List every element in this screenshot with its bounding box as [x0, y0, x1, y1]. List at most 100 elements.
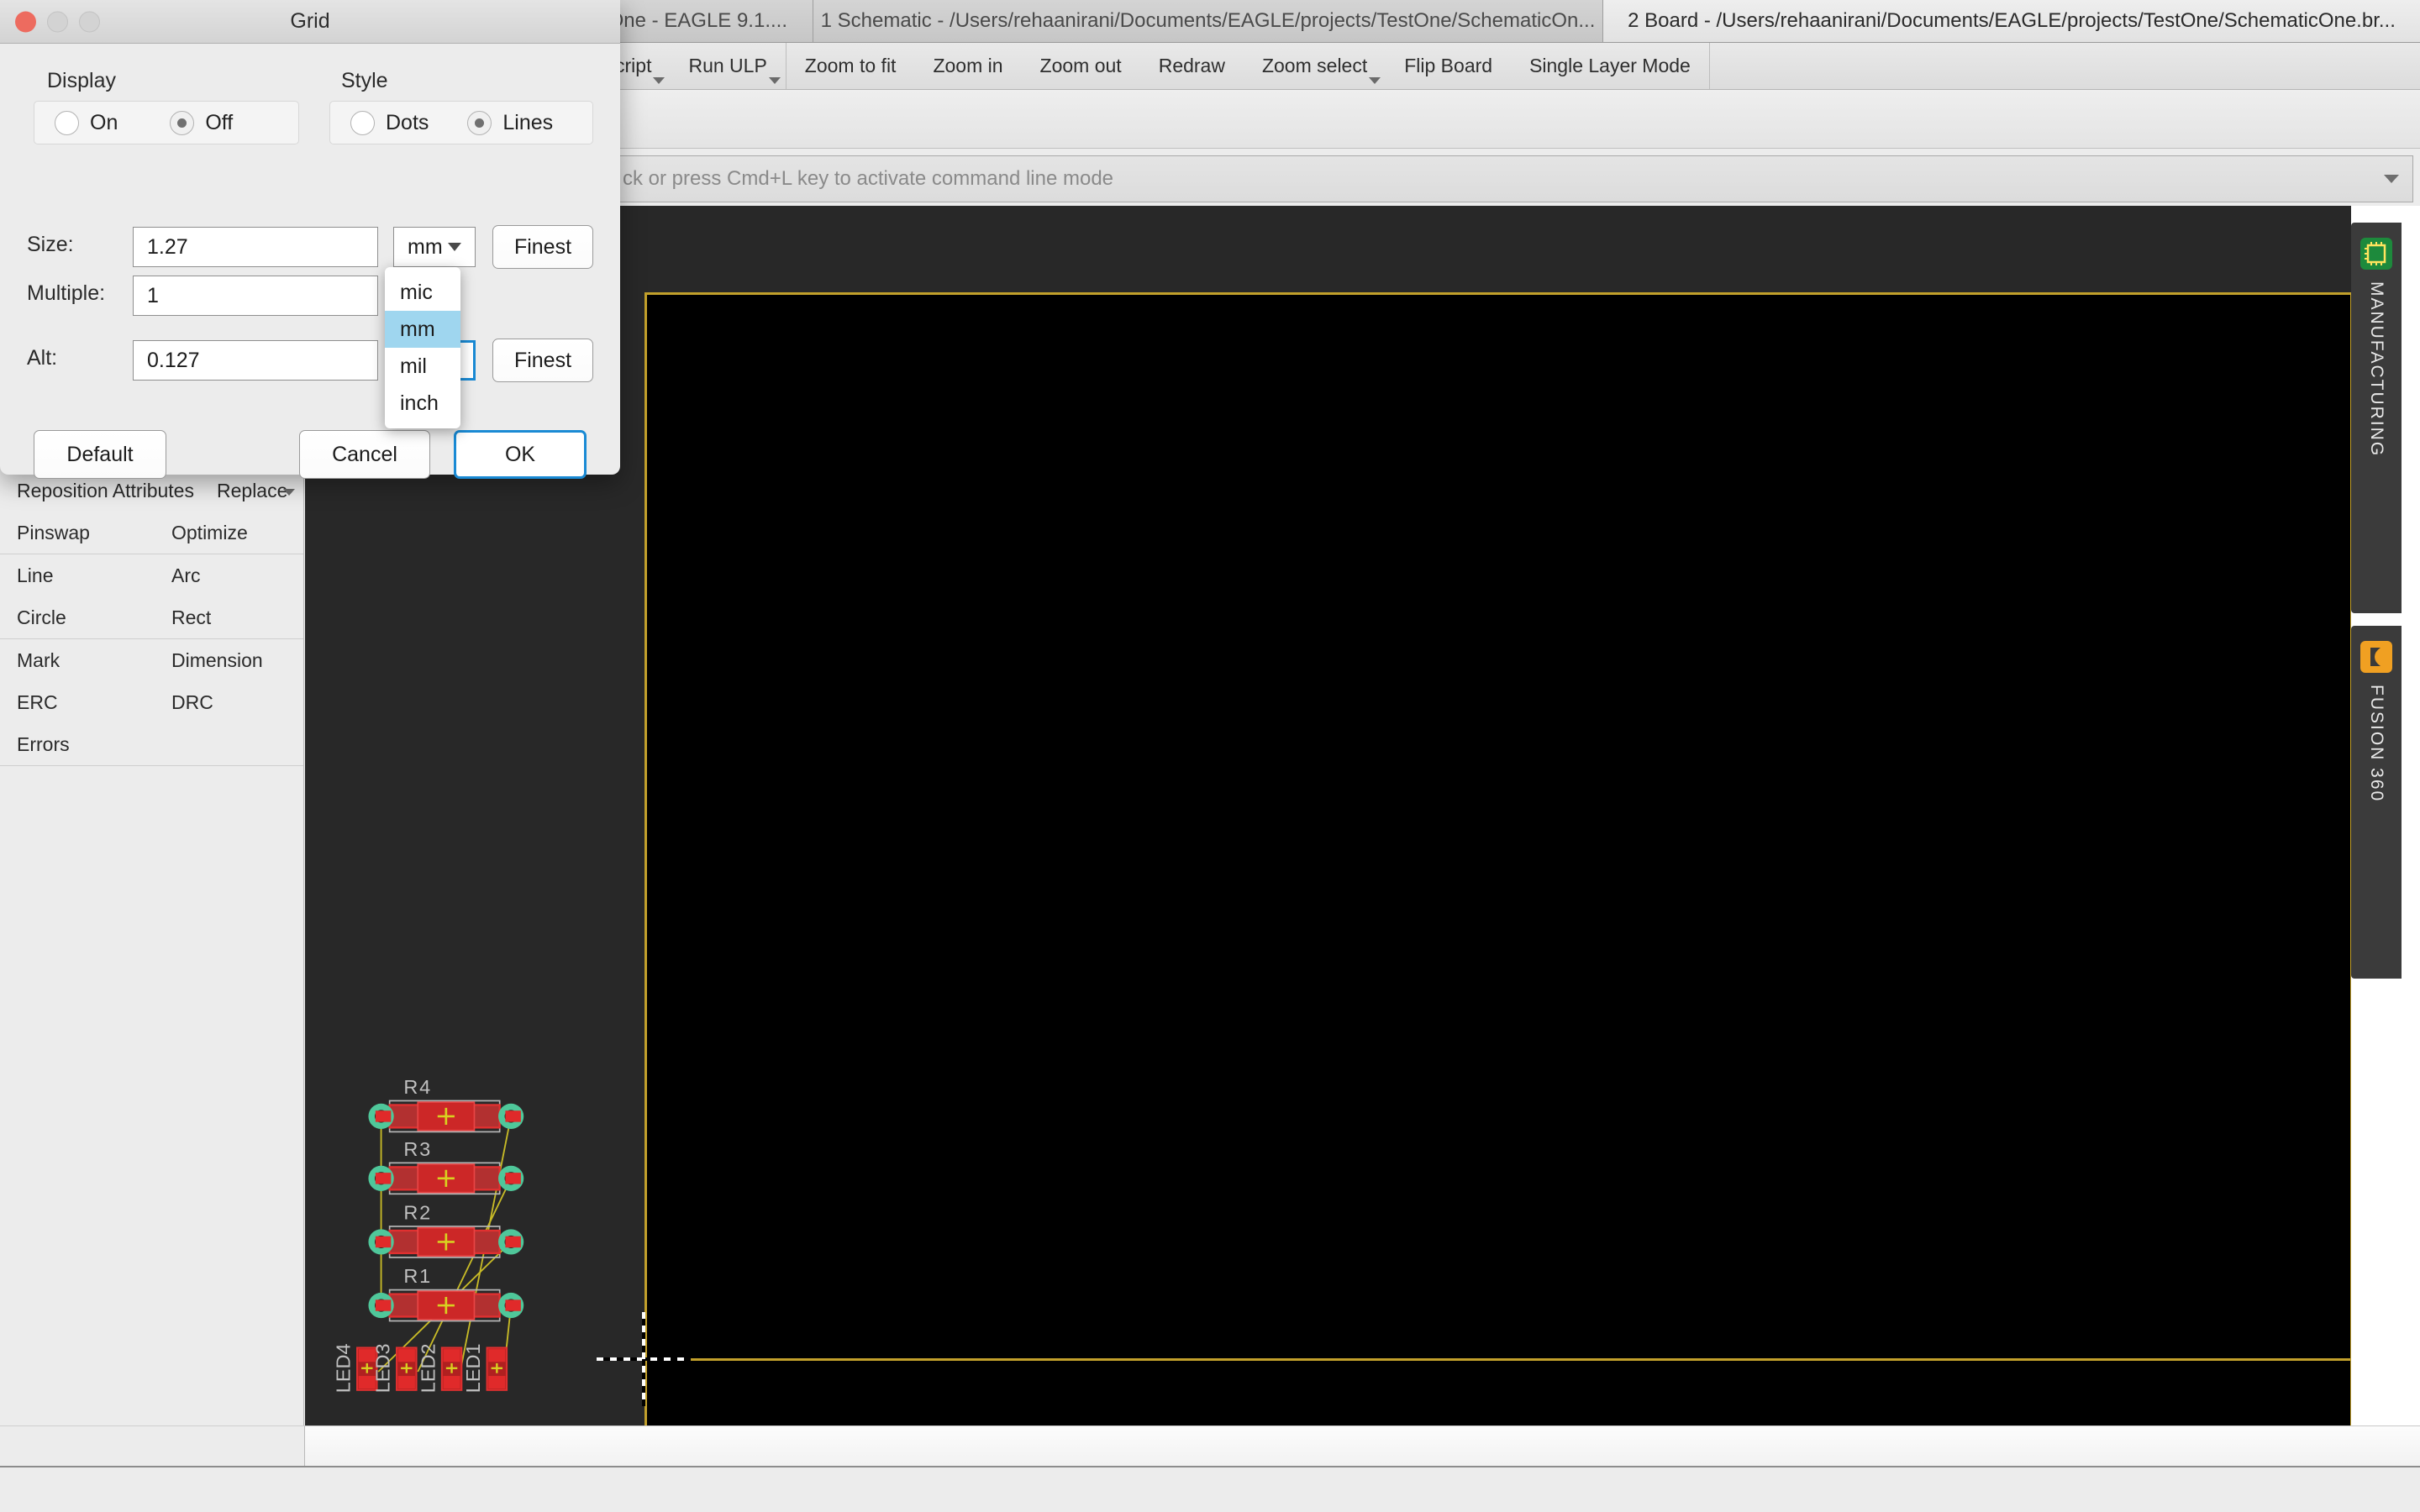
toolbar-item-label: Zoom select [1262, 55, 1367, 77]
command-button[interactable]: ERC [0, 691, 165, 714]
command-button[interactable]: Arc [165, 564, 303, 587]
minimize-button-icon[interactable] [47, 11, 68, 32]
grid-dialog-title: Grid [290, 9, 329, 34]
unit-option-inch[interactable]: inch [385, 385, 460, 422]
toolbar-item-zoom-to-fit[interactable]: Zoom to fit [786, 43, 915, 89]
right-tab-fusion-360[interactable]: FUSION 360 [2351, 626, 2402, 979]
grid-dialog-body: Display On Off Style Dots [0, 44, 620, 475]
unit-dropdown-menu: micmmmilinch [385, 267, 460, 428]
pcb-components-group: R4R3R2R1LED4LED3LED2LED1 [322, 1054, 675, 1407]
size-input[interactable]: 1.27 [133, 227, 378, 267]
svg-text:R1: R1 [403, 1265, 431, 1287]
window-controls [15, 11, 100, 32]
toolbar-item-zoom-out[interactable]: Zoom out [1022, 43, 1140, 89]
toolbar-item-label: Redraw [1159, 55, 1225, 77]
cancel-button-label: Cancel [332, 443, 397, 467]
svg-text:LED3: LED3 [372, 1343, 394, 1393]
default-button-label: Default [66, 443, 133, 467]
display-radio-group: On Off [34, 101, 299, 144]
ok-button[interactable]: OK [454, 430, 587, 479]
tab-schematic[interactable]: 1 Schematic - /Users/rehaanirani/Documen… [813, 0, 1603, 42]
command-group: Mark Dimension ERC DRC Errors [0, 639, 303, 766]
command-line-input[interactable]: ck or press Cmd+L key to activate comman… [610, 155, 2413, 202]
command-line-placeholder: ck or press Cmd+L key to activate comman… [623, 167, 1113, 191]
toolbar-spacer [1710, 43, 1811, 89]
cancel-button[interactable]: Cancel [299, 430, 430, 479]
unit-option-mic[interactable]: mic [385, 274, 460, 311]
command-row: Circle Rect [0, 596, 303, 638]
default-button[interactable]: Default [34, 430, 166, 479]
style-lines-label: Lines [502, 111, 553, 135]
command-button[interactable]: DRC [165, 691, 303, 714]
command-row: Errors [0, 723, 303, 765]
grid-dialog: Grid Display On Off Style Dots [0, 0, 620, 475]
ok-button-label: OK [505, 443, 535, 467]
tab-board[interactable]: 2 Board - /Users/rehaanirani/Documents/E… [1603, 0, 2420, 42]
display-radio-off[interactable]: Off [170, 111, 233, 135]
alt-label: Alt: [27, 346, 57, 370]
toolbar-item-label: Run ULP [688, 55, 766, 77]
toolbar-item-run-ulp[interactable]: Run ULP [670, 43, 786, 89]
fusion-360-icon [2360, 641, 2392, 673]
size-unit-select[interactable]: mm [393, 227, 476, 267]
command-button[interactable]: Dimension [165, 649, 303, 672]
finest-size-label: Finest [514, 235, 571, 260]
display-group-label: Display [47, 69, 116, 93]
toolbar-item-label: Zoom out [1040, 55, 1122, 77]
unit-option-mm[interactable]: mm [385, 311, 460, 348]
command-button[interactable]: Pinswap [0, 522, 165, 544]
tab-label: 2 Board - /Users/rehaanirani/Documents/E… [1628, 9, 2396, 33]
command-button-label: Dimension [171, 649, 263, 671]
board-outline-bottom-edge [644, 1358, 2351, 1361]
command-button[interactable]: Circle [0, 606, 165, 629]
board-outline [644, 292, 2350, 1425]
display-on-label: On [90, 111, 118, 135]
radio-on-icon [170, 111, 194, 135]
toolbar-item-zoom-select[interactable]: Zoom select [1244, 43, 1386, 89]
command-button-label: DRC [171, 691, 213, 713]
multiple-label: Multiple: [27, 281, 105, 306]
command-button[interactable]: Replace [210, 480, 303, 502]
chevron-down-icon [448, 243, 461, 251]
toolbar-item-label: Zoom in [933, 55, 1002, 77]
finest-size-button[interactable]: Finest [492, 225, 593, 269]
command-button-label: Rect [171, 606, 211, 628]
chevron-down-icon[interactable] [2384, 175, 2399, 183]
multiple-input[interactable]: 1 [133, 276, 378, 316]
svg-text:LED2: LED2 [417, 1343, 439, 1393]
command-row: Pinswap Optimize [0, 512, 303, 554]
command-button-label: Optimize [171, 522, 248, 543]
maximize-button-icon[interactable] [79, 11, 100, 32]
command-button[interactable]: Line [0, 564, 165, 587]
command-button[interactable]: Errors [0, 733, 165, 756]
unit-option-mil[interactable]: mil [385, 348, 460, 385]
right-tab-manufacturing[interactable]: MANUFACTURING [2351, 223, 2402, 613]
svg-text:R2: R2 [403, 1202, 431, 1224]
toolbar-item-flip-board[interactable]: Flip Board [1386, 43, 1511, 89]
display-radio-on[interactable]: On [55, 111, 118, 135]
command-button[interactable]: Optimize [165, 522, 303, 544]
alt-input[interactable]: 0.127 [133, 340, 378, 381]
svg-text:LED1: LED1 [462, 1343, 484, 1393]
alt-input-value: 0.127 [147, 349, 200, 373]
close-button-icon[interactable] [15, 11, 36, 32]
command-row: LineArc [0, 554, 303, 596]
toolbar-item-single-layer-mode[interactable]: Single Layer Mode [1511, 43, 1709, 89]
svg-text:LED4: LED4 [333, 1343, 355, 1393]
style-radio-lines[interactable]: Lines [467, 111, 553, 135]
radio-on-icon [467, 111, 492, 135]
toolbar-item-zoom-in[interactable]: Zoom in [914, 43, 1021, 89]
radio-off-icon [55, 111, 79, 135]
command-button[interactable]: Reposition Attributes [0, 480, 210, 502]
style-radio-dots[interactable]: Dots [350, 111, 429, 135]
command-button[interactable]: Rect [165, 606, 303, 629]
left-panel-footer [0, 1425, 305, 1466]
toolbar-item-redraw[interactable]: Redraw [1140, 43, 1244, 89]
pcb-chip-icon [2360, 238, 2392, 270]
command-group: LineArcCircleRect [0, 554, 303, 639]
finest-alt-button[interactable]: Finest [492, 339, 593, 382]
command-button[interactable]: Mark [0, 649, 165, 672]
size-unit-value: mm [408, 235, 443, 260]
style-dots-label: Dots [386, 111, 429, 135]
right-tab-label: MANUFACTURING [2366, 281, 2386, 457]
